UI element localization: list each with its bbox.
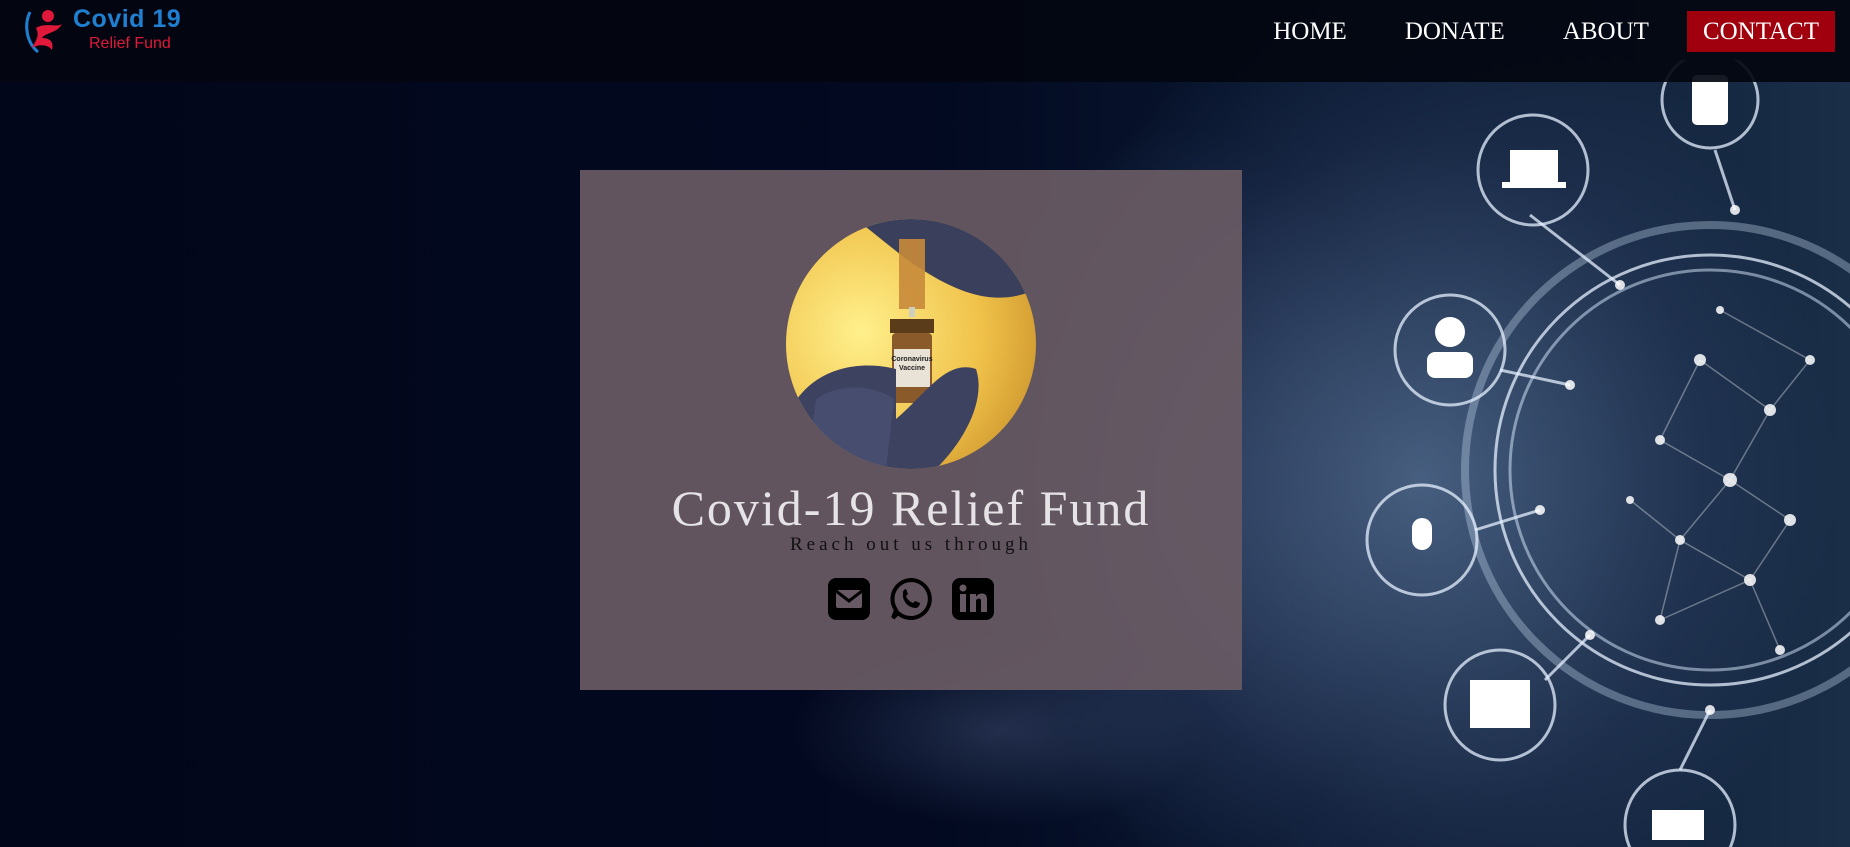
- linkedin-icon[interactable]: [951, 577, 995, 621]
- vaccine-photo: Coronavirus Vaccine: [786, 219, 1036, 469]
- card-title: Covid-19 Relief Fund: [671, 480, 1151, 536]
- network-globe-illustration: [1365, 60, 1850, 847]
- logo-subtitle: Relief Fund: [89, 35, 171, 52]
- card-subtitle: Reach out us through: [789, 534, 1032, 555]
- main-nav: HOME DONATE ABOUT CONTACT: [1231, 11, 1835, 52]
- envelope-icon[interactable]: [827, 577, 871, 621]
- whatsapp-icon[interactable]: [889, 577, 933, 621]
- logo-title: Covid 19: [73, 5, 182, 33]
- nav-contact[interactable]: CONTACT: [1686, 11, 1835, 52]
- svg-text:Coronavirus: Coronavirus: [891, 356, 932, 363]
- nav-donate[interactable]: DONATE: [1389, 11, 1521, 52]
- contact-card: Coronavirus Vaccine Covid-19 Relief Fund…: [580, 170, 1242, 690]
- social-links: [580, 577, 1242, 621]
- nav-home[interactable]: HOME: [1257, 11, 1363, 52]
- site-logo[interactable]: Covid 19 Relief Fund: [20, 2, 190, 58]
- nav-about[interactable]: ABOUT: [1547, 11, 1665, 52]
- top-navbar: Covid 19 Relief Fund HOME DONATE ABOUT C…: [0, 0, 1850, 82]
- svg-text:Vaccine: Vaccine: [899, 365, 925, 372]
- relief-person-icon: [25, 10, 62, 54]
